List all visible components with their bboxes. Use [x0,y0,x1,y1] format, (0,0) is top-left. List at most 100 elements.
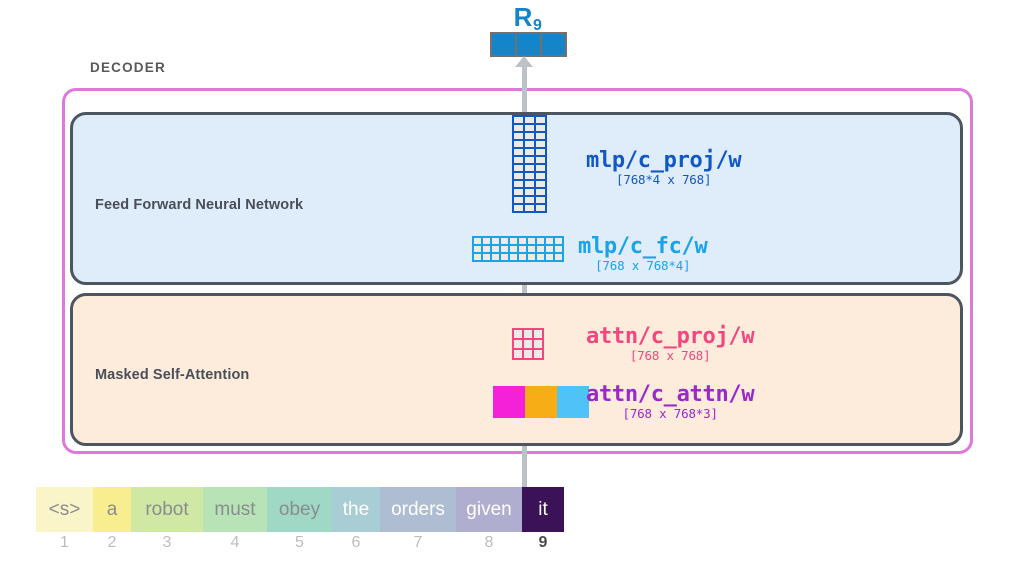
matrix-cell-mlp-c-proj [514,173,523,179]
token-4[interactable]: must [203,487,267,532]
matrix-cell-attn-c-proj [524,330,532,338]
token-1[interactable]: <s> [36,487,93,532]
matrix-cell-mlp-c-proj [514,181,523,187]
output-vector-label: R9 [468,2,588,34]
matrix-cell-mlp-c-fc [510,238,517,244]
matrix-cell-attn-c-proj [534,330,542,338]
matrix-cell-mlp-c-fc [519,246,526,252]
matrix-cell-mlp-c-fc [528,246,535,252]
matrix-cell-mlp-c-proj [536,189,545,195]
flow-arrow-head-icon [515,56,533,67]
matrix-cell-mlp-c-proj [514,197,523,203]
matrix-cell-mlp-c-proj [525,165,534,171]
matrix-cell-mlp-c-proj [525,141,534,147]
matrix-cell-mlp-c-fc [474,246,481,252]
matrix-cell-mlp-c-fc [474,254,481,260]
matrix-cell-mlp-c-fc [519,238,526,244]
matrix-cell-mlp-c-proj [525,157,534,163]
matrix-cell-attn-key [537,408,545,416]
matrix-cell-attn-query [505,408,513,416]
matrix-cell-mlp-c-fc [546,254,553,260]
token-index-9: 9 [538,534,548,551]
matrix-cell-attn-key [537,398,545,406]
matrix-cell-mlp-c-proj [536,157,545,163]
token-index-1: 1 [60,534,69,551]
panel-masked-self-attention: Masked Self-Attention [70,293,963,446]
matrix-cell-attn-c-proj [514,340,522,348]
matrix-cell-mlp-c-proj [525,205,534,211]
token-index-7: 7 [413,534,423,551]
panel-masked-self-attention-title: Masked Self-Attention [95,367,250,383]
matrix-cell-mlp-c-fc [510,254,517,260]
panel-feed-forward-title: Feed Forward Neural Network [95,197,304,213]
matrix-cell-mlp-c-proj [536,149,545,155]
matrix-cell-mlp-c-fc [483,246,490,252]
matrix-cell-attn-query [505,398,513,406]
weight-label-attn-c-proj: attn/c_proj/w [768 x 768] [586,324,755,363]
matrix-cell-mlp-c-fc [474,238,481,244]
matrix-cell-mlp-c-fc [501,238,508,244]
matrix-cell-attn-value [559,388,567,396]
token-index-2: 2 [107,534,117,551]
matrix-mlp-c-proj [512,115,547,213]
matrix-cell-mlp-c-fc [519,254,526,260]
matrix-cell-mlp-c-fc [492,238,499,244]
output-vector-label-text: R [513,2,533,32]
matrix-cell-mlp-c-proj [514,133,523,139]
matrix-cell-attn-key [527,408,535,416]
matrix-cell-attn-c-proj [524,350,532,358]
matrix-cell-mlp-c-proj [514,117,523,123]
token-2[interactable]: a [93,487,131,532]
matrix-block-attn-query [493,386,525,418]
weight-name-mlp-c-fc: mlp/c_fc/w [578,234,708,259]
matrix-cell-attn-c-proj [514,330,522,338]
matrix-cell-attn-c-proj [524,340,532,348]
matrix-cell-mlp-c-fc [528,238,535,244]
weight-name-mlp-c-proj: mlp/c_proj/w [586,148,742,173]
matrix-cell-mlp-c-fc [528,254,535,260]
matrix-cell-attn-query [495,408,503,416]
matrix-cell-mlp-c-proj [536,141,545,147]
matrix-cell-attn-query [515,388,523,396]
matrix-cell-mlp-c-fc [501,246,508,252]
matrix-cell-attn-key [527,388,535,396]
token-3[interactable]: robot [131,487,203,532]
matrix-cell-mlp-c-fc [555,246,562,252]
token-index-4: 4 [230,534,240,551]
matrix-cell-mlp-c-fc [555,254,562,260]
token-7[interactable]: orders [380,487,456,532]
matrix-cell-attn-value [569,398,577,406]
token-index-8: 8 [484,534,494,551]
matrix-cell-mlp-c-proj [514,205,523,211]
weight-label-attn-c-attn: attn/c_attn/w [768 x 768*3] [586,382,755,421]
matrix-mlp-c-fc [472,236,564,262]
token-index-3: 3 [162,534,172,551]
token-sequence: <s> a robot must obey the orders given it [36,487,564,532]
matrix-cell-attn-key [547,398,555,406]
weight-name-attn-c-attn: attn/c_attn/w [586,382,755,407]
matrix-cell-mlp-c-fc [546,238,553,244]
token-5[interactable]: obey [267,487,332,532]
matrix-cell-attn-value [569,388,577,396]
token-6[interactable]: the [332,487,380,532]
weight-dims-attn-c-attn: [768 x 768*3] [622,406,718,421]
matrix-cell-attn-query [495,398,503,406]
token-9[interactable]: it [522,487,564,532]
matrix-cell-mlp-c-fc [537,238,544,244]
weight-dims-attn-c-proj: [768 x 768] [629,348,711,363]
matrix-cell-mlp-c-proj [536,173,545,179]
matrix-cell-attn-key [547,388,555,396]
matrix-cell-mlp-c-proj [525,133,534,139]
output-vector-cell [542,34,565,55]
weight-label-mlp-c-proj: mlp/c_proj/w [768*4 x 768] [586,148,742,187]
matrix-cell-attn-query [515,398,523,406]
matrix-cell-attn-value [559,398,567,406]
matrix-cell-mlp-c-fc [537,246,544,252]
token-8[interactable]: given [456,487,522,532]
matrix-cell-mlp-c-fc [555,238,562,244]
matrix-cell-mlp-c-fc [501,254,508,260]
matrix-cell-mlp-c-fc [483,254,490,260]
matrix-cell-mlp-c-proj [536,125,545,131]
token-index-5: 5 [295,534,304,551]
matrix-cell-mlp-c-proj [514,149,523,155]
